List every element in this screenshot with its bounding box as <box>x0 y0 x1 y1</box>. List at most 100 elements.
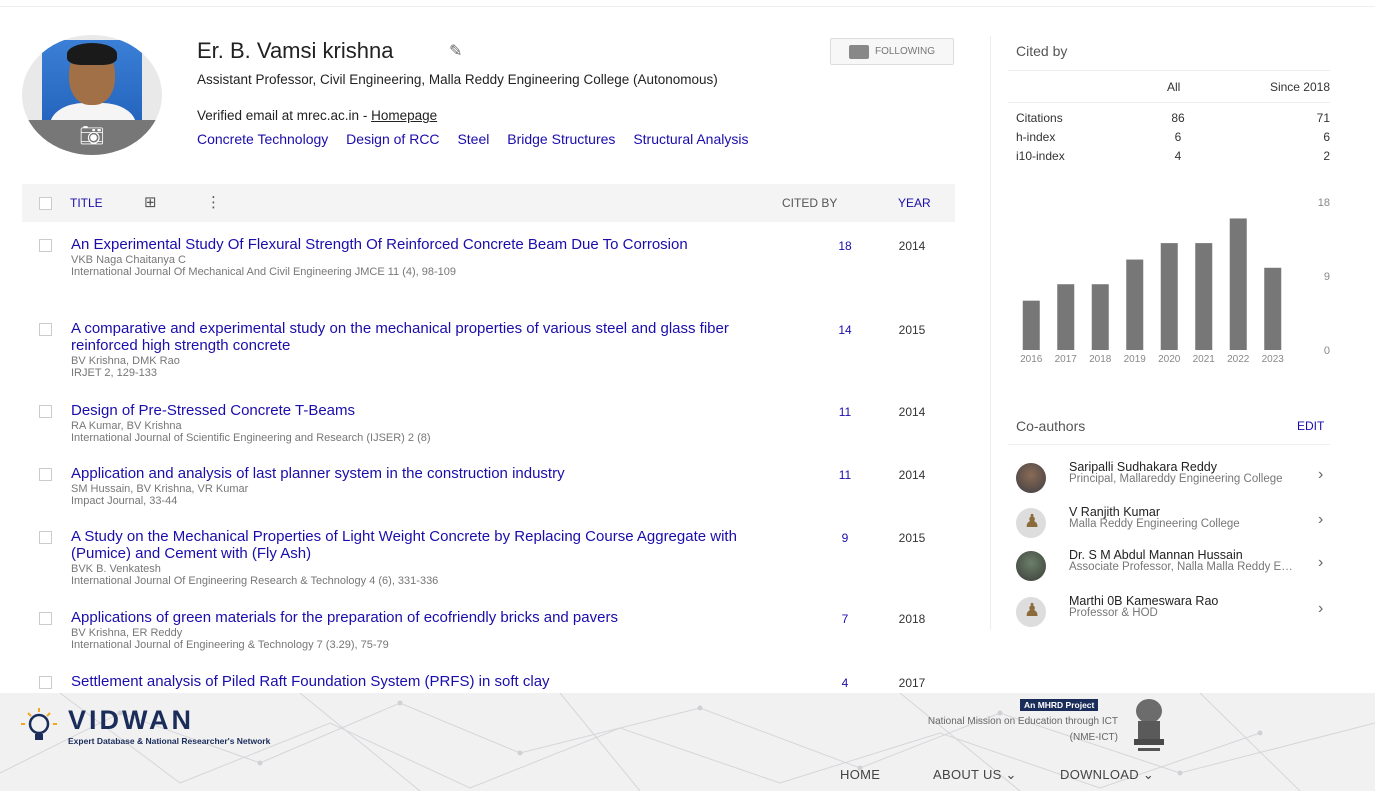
x-tick-label: 2022 <box>1227 354 1250 365</box>
homepage-link[interactable]: Homepage <box>371 108 437 123</box>
footer-nav-download[interactable]: DOWNLOAD ⌄ <box>1060 767 1154 783</box>
footer-nav-label: DOWNLOAD <box>1060 767 1139 782</box>
coauthor-avatar <box>1016 508 1046 538</box>
footer-nav-home[interactable]: HOME <box>840 767 880 782</box>
coauthor-name: Saripalli Sudhakara Reddy <box>1069 460 1218 474</box>
coauthor-desc: Malla Reddy Engineering College <box>1069 518 1240 530</box>
email-text: Verified email at mrec.ac.in - <box>197 108 372 123</box>
cited-count-link[interactable]: 11 <box>830 405 860 419</box>
cited-count-link[interactable]: 7 <box>830 612 860 626</box>
profile-email: Verified email at mrec.ac.in - Homepage <box>197 108 437 123</box>
pencil-icon[interactable]: ✎ <box>449 41 462 61</box>
interest-link[interactable]: Concrete Technology <box>197 131 328 147</box>
research-interests: Concrete Technology Design of RCC Steel … <box>197 131 762 147</box>
interest-link[interactable]: Structural Analysis <box>633 131 748 147</box>
stat-all: 86 <box>1171 111 1185 125</box>
more-options-icon[interactable]: ⋮ <box>206 193 221 211</box>
article-venue: International Journal of Scientific Engi… <box>71 432 431 444</box>
article-title-link[interactable]: An Experimental Study Of Flexural Streng… <box>71 236 688 253</box>
stat-label: Citations <box>1016 111 1063 125</box>
cited-count-link[interactable]: 9 <box>830 531 860 545</box>
interest-link[interactable]: Design of RCC <box>346 131 439 147</box>
footer-nav-label: ABOUT US <box>933 767 1002 782</box>
row-checkbox[interactable] <box>39 612 52 625</box>
follow-button[interactable]: FOLLOWING <box>830 38 954 65</box>
x-tick-label: 2020 <box>1158 354 1181 365</box>
article-year: 2017 <box>898 676 926 690</box>
bar-2017[interactable] <box>1057 284 1075 350</box>
profile-page: 📷︎ Er. B. Vamsi krishna ✎ Assistant Prof… <box>0 0 1375 791</box>
coauthor-desc: Professor & HOD <box>1069 607 1158 619</box>
divider <box>0 6 1375 7</box>
coauthor-item[interactable]: V Ranjith Kumar Malla Reddy Engineering … <box>1016 505 1330 541</box>
x-tick-label: 2021 <box>1193 354 1216 365</box>
coauthor-item[interactable]: Saripalli Sudhakara Reddy Principal, Mal… <box>1016 460 1330 496</box>
row-checkbox[interactable] <box>39 239 52 252</box>
chevron-down-icon: ⌄ <box>1005 767 1017 782</box>
row-checkbox[interactable] <box>39 676 52 689</box>
y-tick-label: 18 <box>1318 197 1330 209</box>
bar-2021[interactable] <box>1195 243 1213 350</box>
sort-by-title[interactable]: TITLE <box>70 196 103 210</box>
bar-2019[interactable] <box>1126 259 1144 350</box>
row-checkbox[interactable] <box>39 323 52 336</box>
stat-all: 6 <box>1174 130 1182 144</box>
coauthor-avatar <box>1016 597 1046 627</box>
article-title-link[interactable]: Application and analysis of last planner… <box>71 465 565 482</box>
cited-count-link[interactable]: 4 <box>830 676 860 690</box>
sort-by-year[interactable]: YEAR <box>898 196 931 210</box>
coauthor-item[interactable]: Marthi 0B Kameswara Rao Professor & HOD … <box>1016 594 1330 630</box>
row-checkbox[interactable] <box>39 468 52 481</box>
bar-2018[interactable] <box>1091 284 1109 350</box>
chevron-right-icon: › <box>1318 600 1324 617</box>
footer-nav-about[interactable]: ABOUT US ⌄ <box>933 767 1017 783</box>
article-venue: International Journal Of Mechanical And … <box>71 266 456 278</box>
select-all-checkbox[interactable] <box>39 197 52 210</box>
article-title-link[interactable]: A comparative and experimental study on … <box>71 320 729 354</box>
article-year: 2014 <box>898 239 926 253</box>
cited-count-link[interactable]: 18 <box>830 239 860 253</box>
add-article-icon[interactable]: ⊞ <box>144 193 157 211</box>
x-tick-label: 2017 <box>1055 354 1078 365</box>
bar-2016[interactable] <box>1022 300 1040 350</box>
nme-line: National Mission on Education through IC… <box>927 716 1118 727</box>
cited-count-link[interactable]: 14 <box>830 323 860 337</box>
article-title-link[interactable]: Settlement analysis of Piled Raft Founda… <box>71 673 550 690</box>
row-checkbox[interactable] <box>39 405 52 418</box>
chevron-right-icon: › <box>1318 511 1324 528</box>
coauthor-desc: Principal, Mallareddy Engineering Colleg… <box>1069 473 1283 485</box>
row-checkbox[interactable] <box>39 531 52 544</box>
profile-affiliation: Assistant Professor, Civil Engineering, … <box>197 72 718 87</box>
coauthors-edit-link[interactable]: EDIT <box>1297 419 1324 433</box>
article-year: 2014 <box>898 468 926 482</box>
article-venue: International Journal of Engineering & T… <box>71 639 389 651</box>
article-year: 2018 <box>898 612 926 626</box>
interest-link[interactable]: Steel <box>457 131 489 147</box>
coauthor-name: V Ranjith Kumar <box>1069 505 1161 519</box>
y-tick-label: 0 <box>1324 345 1330 357</box>
article-venue: International Journal Of Engineering Res… <box>71 575 439 587</box>
coauthor-item[interactable]: Dr. S M Abdul Mannan Hussain Associate P… <box>1016 548 1330 584</box>
bar-2022[interactable] <box>1229 218 1247 350</box>
article-title-link[interactable]: A Study on the Mechanical Properties of … <box>71 528 737 562</box>
bar-2020[interactable] <box>1160 243 1178 350</box>
profile-name: Er. B. Vamsi krishna <box>197 38 394 63</box>
article-venue: Impact Journal, 33-44 <box>71 495 178 507</box>
profile-avatar[interactable]: 📷︎ <box>22 35 162 155</box>
article-authors: RA Kumar, BV Krishna <box>71 420 182 432</box>
table-header: TITLE ⊞ ⋮ CITED BY YEAR <box>22 184 955 222</box>
divider <box>990 36 991 630</box>
x-tick-label: 2018 <box>1089 354 1112 365</box>
sort-by-cited[interactable]: CITED BY <box>782 196 837 210</box>
bar-2023[interactable] <box>1264 267 1282 350</box>
article-title-link[interactable]: Applications of green materials for the … <box>71 609 618 626</box>
cited-count-link[interactable]: 11 <box>830 468 860 482</box>
stat-since: 71 <box>1316 111 1330 125</box>
logo-tagline: Expert Database & National Researcher's … <box>68 736 271 746</box>
article-title-link[interactable]: Design of Pre-Stressed Concrete T-Beams <box>71 402 355 419</box>
nme-line: (NME-ICT) <box>1069 732 1118 743</box>
interest-link[interactable]: Bridge Structures <box>507 131 615 147</box>
camera-icon[interactable]: 📷︎ <box>22 120 162 155</box>
coauthor-desc: Associate Professor, Nalla Malla Reddy E… <box>1069 561 1294 573</box>
article-year: 2015 <box>898 323 926 337</box>
